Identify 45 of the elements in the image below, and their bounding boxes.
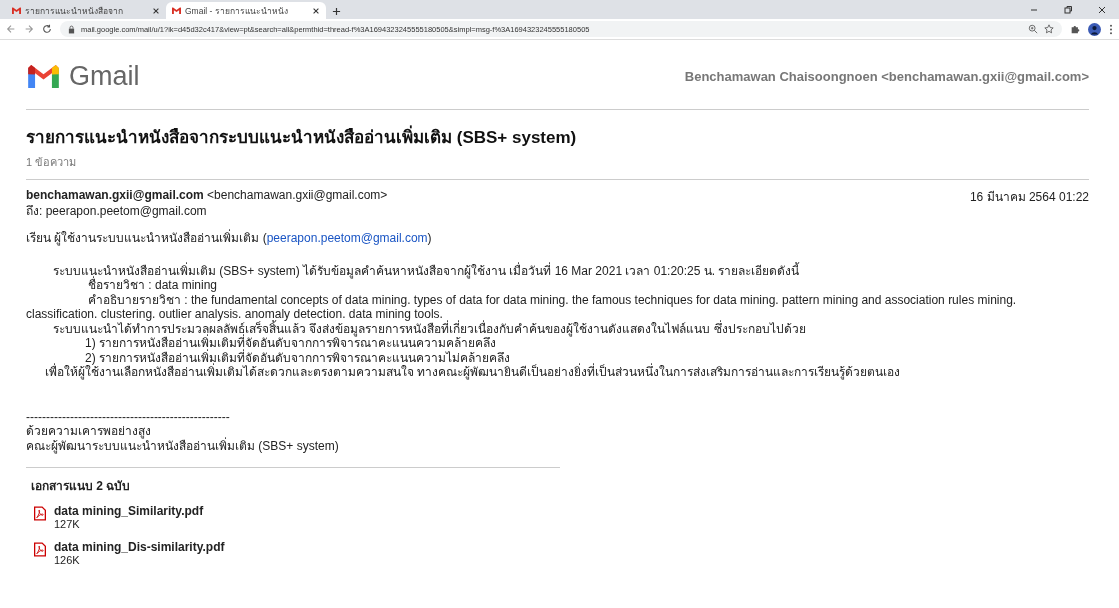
- message-count: 1 ข้อความ: [26, 155, 78, 170]
- close-icon[interactable]: [1097, 5, 1107, 15]
- body-text: ระบบแนะนำหนังสืออ่านเพิ่มเติม (SBS+ system) ได้รับข้อมูลคำค้นหาหนังสือจากผู้ใช้งาน เมื่อวันที่ 16 Mar 2021 เวลา 01:20:25 น. รายละเอียดดังนี้: [52, 263, 801, 278]
- pdf-icon: [33, 506, 47, 521]
- gmail-logo-icon: [28, 65, 59, 88]
- attachment-name[interactable]: data mining_Dis-similarity.pdf: [54, 540, 225, 554]
- signature-line: คณะผู้พัฒนาระบบแนะนำหนังสืออ่านเพิ่มเติม (SBS+ system): [26, 438, 340, 453]
- avatar-icon[interactable]: [1088, 22, 1101, 36]
- greeting-line: เรียน ผู้ใช้งานระบบแนะนำหนังสืออ่านเพิ่มเติม (peerapon.peetom@gmail.com): [26, 231, 433, 246]
- browser-tab[interactable]: รายการแนะนำหนังสือจาก: [6, 2, 166, 19]
- signature-line: ---------------------------------------------------: [26, 409, 231, 424]
- menu-icon[interactable]: [1109, 23, 1113, 35]
- sender-address: <benchamawan.gxii@gmail.com>: [207, 188, 388, 202]
- pdf-icon: [33, 542, 47, 557]
- new-tab-icon[interactable]: [332, 7, 341, 16]
- email-subject: รายการแนะนำหนังสือจากระบบแนะนำหนังสืออ่านเพิ่มเติม (SBS+ system): [26, 123, 1089, 150]
- attachments-heading: เอกสารแนบ 2 ฉบับ: [31, 478, 132, 495]
- gmail-wordmark: Gmail: [69, 61, 140, 92]
- puzzle-icon[interactable]: [1070, 24, 1080, 34]
- body-text: เพื่อให้ผู้ใช้งานเลือกหนังสืออ่านเพิ่มเติมได้สะดวกและตรงตามความสนใจ ทางคณะผู้พัฒนายินดีเป็นอย่างยิ่งที่เป็นส่วนหนึ่งในการส่งเสริมการอ่านและการเรียนรู้ด้วยตนเอง: [44, 365, 902, 380]
- star-icon[interactable]: [1044, 24, 1054, 34]
- tab-title: รายการแนะนำหนังสือจาก: [25, 4, 124, 18]
- sender-name: benchamawan.gxii@gmail.com: [26, 188, 204, 202]
- zoom-icon[interactable]: [1028, 24, 1038, 34]
- gmail-icon: [172, 7, 181, 14]
- body-text: 1) รายการหนังสืออ่านเพิ่มเติมที่จัดอันดับจากการพิจารณาคะแนนความคล้ายคลึง: [84, 336, 496, 350]
- attachment-size: 126K: [54, 554, 81, 567]
- tab-title: Gmail - รายการแนะนำหนัง: [185, 4, 289, 18]
- attachment-name[interactable]: data mining_Similarity.pdf: [54, 504, 204, 518]
- account-name: Benchamawan Chaisoongnoen <benchamawan.gxii@gmail.com>: [684, 69, 1089, 84]
- restore-icon[interactable]: [1063, 5, 1073, 15]
- body-text: ชื่อรายวิชา : data mining: [87, 278, 219, 293]
- email-link[interactable]: peerapon.peetom@gmail.com: [266, 231, 428, 245]
- close-icon[interactable]: [312, 6, 320, 15]
- attachment-size: 127K: [54, 518, 81, 531]
- browser-tab[interactable]: Gmail - รายการแนะนำหนัง: [166, 2, 326, 19]
- body-text: คำอธิบายรายวิชา : the fundamental concepts of data mining. types of data for data mining. the famous techniques for data mining. pattern mining and association rules mining. classification. clustering. outlier analysis. anomaly detection. data mining tools.: [26, 292, 1018, 321]
- reload-icon[interactable]: [42, 24, 52, 34]
- message-date: 16 มีนาคม 2564 01:22: [969, 189, 1089, 206]
- recipient: ถึง: peerapon.peetom@gmail.com: [26, 203, 208, 219]
- gmail-icon: [12, 7, 21, 14]
- body-text: 2) รายการหนังสืออ่านเพิ่มเติมที่จัดอันดับจากการพิจารณาคะแนนความไม่คล้ายคลึง: [85, 350, 510, 365]
- lock-icon: [68, 24, 75, 34]
- close-icon[interactable]: [152, 6, 160, 15]
- signature-line: ด้วยความเคารพอย่างสูง: [26, 424, 151, 439]
